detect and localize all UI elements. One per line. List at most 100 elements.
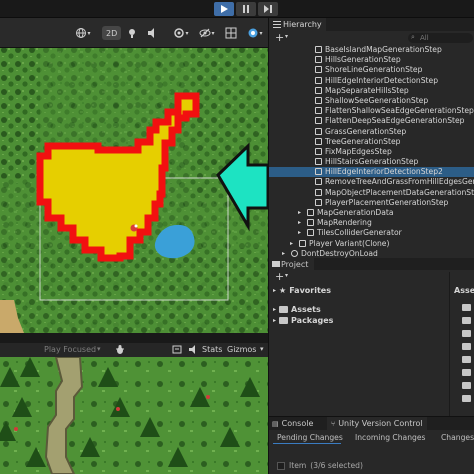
packages-folder[interactable]: ▸ Packages: [273, 316, 333, 325]
hierarchy-item[interactable]: HillsGenerationStep: [269, 55, 474, 65]
hierarchy-item[interactable]: GrassGenerationStep: [269, 127, 474, 137]
hierarchy-item[interactable]: FixMapEdgesStep: [269, 147, 474, 157]
hierarchy-item[interactable]: PlayerPlacementGenerationStep: [269, 198, 474, 208]
bug-icon[interactable]: [115, 344, 125, 357]
assets-folder[interactable]: ▸ Assets: [273, 305, 321, 314]
asset-folder-list: [462, 304, 474, 402]
eye-off-icon[interactable]: ▾: [196, 26, 218, 40]
hierarchy-search-input[interactable]: ⌕ All: [408, 33, 473, 43]
audio-icon[interactable]: [146, 26, 158, 40]
grid-icon[interactable]: [222, 26, 240, 40]
light-icon[interactable]: [126, 26, 138, 40]
project-panel: Project + ▾ ▸ ★ Favorites ▸ Assets ▸ Pac…: [268, 258, 474, 416]
expand-icon[interactable]: ▸: [298, 218, 301, 228]
folder-icon[interactable]: [462, 317, 471, 324]
mode-2d-button[interactable]: 2D: [102, 26, 122, 40]
gameobject-icon: [315, 158, 322, 166]
globe-icon[interactable]: ▾: [72, 26, 94, 40]
hierarchy-item[interactable]: ▸ DontDestroyOnLoad: [269, 249, 474, 258]
volume-icon[interactable]: [188, 344, 198, 357]
play-button[interactable]: [214, 2, 234, 16]
hierarchy-item[interactable]: FlattenDeepSeaEdgeGenerationStep: [269, 116, 474, 126]
favorites-item[interactable]: ▸ ★ Favorites: [273, 286, 331, 295]
hierarchy-toolbar: + ▾ ⌕ All: [269, 31, 474, 45]
hierarchy-item[interactable]: HillEdgeInteriorDetectionStep2: [269, 167, 474, 178]
stats-button[interactable]: Stats: [202, 345, 222, 354]
gameobject-icon: [307, 209, 314, 216]
pending-changes-tab[interactable]: Pending Changes: [277, 431, 343, 443]
pause-button[interactable]: [236, 2, 256, 16]
hierarchy-item[interactable]: ShallowSeeGenerationStep: [269, 96, 474, 106]
expand-icon[interactable]: ▸: [282, 249, 285, 258]
expand-icon[interactable]: ▸: [298, 228, 301, 238]
gizmos-dropdown-icon[interactable]: ▾: [260, 345, 264, 353]
expand-icon[interactable]: ▸: [290, 239, 293, 249]
item-row[interactable]: Item (3/6 selected): [277, 461, 363, 470]
step-button[interactable]: [258, 2, 278, 16]
hierarchy-item[interactable]: ▸ Player Variant(Clone): [269, 239, 474, 249]
folder-icon[interactable]: [462, 343, 471, 350]
gameobject-icon: [315, 66, 322, 74]
uvc-tab-label: Unity Version Control: [338, 419, 423, 428]
play-focused-dropdown[interactable]: Play Focused: [44, 345, 96, 354]
console-tab-bar: ▤ Console ⑂ Unity Version Control: [269, 417, 474, 430]
hierarchy-item-label: FixMapEdgesStep: [325, 146, 392, 156]
scene-toolbar: ▾ 2D ▾ ▾ ▾: [0, 18, 268, 48]
item-checkbox[interactable]: [277, 461, 285, 470]
assets-label: Assets: [291, 305, 321, 314]
folder-icon[interactable]: [462, 369, 471, 376]
project-add-dropdown-icon[interactable]: ▾: [285, 272, 288, 279]
expand-icon: ▸: [273, 317, 277, 324]
item-label: Item: [289, 461, 307, 470]
hierarchy-item[interactable]: TreeGenerationStep: [269, 137, 474, 147]
hierarchy-item-label: HillStairsGenerationStep: [325, 157, 419, 167]
gameobject-icon: [315, 178, 322, 186]
tab-console[interactable]: ▤ Console: [272, 417, 313, 430]
incoming-changes-tab[interactable]: Incoming Changes: [355, 431, 425, 443]
expand-icon[interactable]: ▸: [298, 208, 301, 218]
hierarchy-item-label: MapRendering: [317, 218, 372, 228]
top-toolbar: [0, 0, 474, 18]
play-icon: [221, 5, 228, 13]
hierarchy-panel: Hierarchy + ▾ ⌕ All BaseIslandMapGenerat…: [268, 18, 474, 258]
tab-unity-version-control[interactable]: ⑂ Unity Version Control: [327, 417, 427, 430]
folder-icon: [279, 306, 289, 313]
folder-icon[interactable]: [462, 304, 471, 311]
mute-icon[interactable]: [172, 344, 182, 357]
hierarchy-item-label: DontDestroyOnLoad: [301, 248, 378, 258]
gameobject-icon: [315, 137, 322, 145]
hierarchy-item[interactable]: MapSeparateHillsStep: [269, 86, 474, 96]
layers-icon[interactable]: ▾: [170, 26, 192, 40]
favorites-label: Favorites: [289, 286, 331, 295]
add-dropdown-icon[interactable]: ▾: [285, 33, 288, 40]
add-button[interactable]: +: [275, 31, 284, 44]
assets-breadcrumb[interactable]: Asse: [454, 286, 474, 295]
scene-view[interactable]: [0, 18, 268, 333]
project-add-button[interactable]: +: [275, 270, 284, 283]
hierarchy-item[interactable]: HillEdgeInteriorDetectionStep: [269, 76, 474, 86]
hierarchy-item[interactable]: ▸ TilesColliderGenerator: [269, 228, 474, 238]
pending-underline: [273, 443, 341, 444]
tab-hierarchy[interactable]: Hierarchy: [269, 18, 326, 31]
folder-icon[interactable]: [462, 330, 471, 337]
incoming-label: Incoming Changes: [355, 432, 426, 442]
game-view[interactable]: [0, 357, 268, 474]
hierarchy-item[interactable]: ShoreLineGenerationStep: [269, 65, 474, 75]
hierarchy-item-label: MapSeparateHillsStep: [325, 85, 409, 95]
tab-project[interactable]: Project: [269, 258, 315, 270]
gizmo-icon[interactable]: ▾: [244, 26, 266, 40]
hierarchy-item[interactable]: ▸ MapGenerationData: [269, 208, 474, 218]
folder-icon[interactable]: [462, 356, 471, 363]
folder-icon[interactable]: [462, 382, 471, 389]
hierarchy-item[interactable]: FlattenShallowSeaEdgeGenerationStep: [269, 106, 474, 116]
hierarchy-item[interactable]: MapObjectPlacementDataGenerationSte: [269, 188, 474, 198]
hierarchy-item[interactable]: HillStairsGenerationStep: [269, 157, 474, 167]
hierarchy-item[interactable]: BaseIslandMapGenerationStep: [269, 45, 474, 55]
selected-count: (3/6 selected): [310, 461, 363, 470]
gizmos-button[interactable]: Gizmos: [227, 345, 256, 354]
changesets-tab[interactable]: Changes: [441, 431, 474, 443]
hierarchy-item[interactable]: RemoveTreeAndGrassFromHillEdgesGen: [269, 177, 474, 187]
folder-icon[interactable]: [462, 395, 471, 402]
scene-map[interactable]: [0, 18, 268, 333]
hierarchy-item[interactable]: ▸ MapRendering: [269, 218, 474, 228]
